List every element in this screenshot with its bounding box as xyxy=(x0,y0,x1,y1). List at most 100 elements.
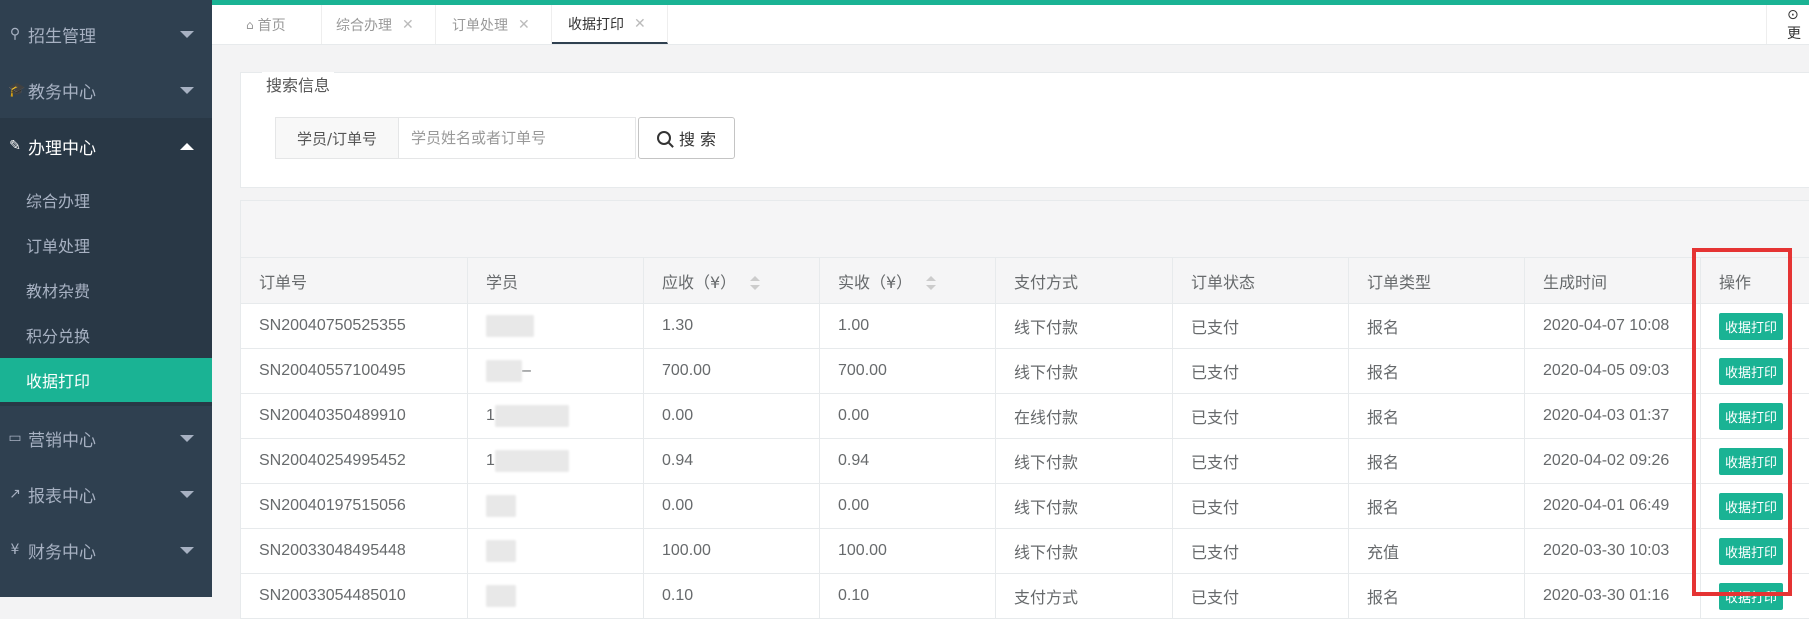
cell-status: 已支付 xyxy=(1173,574,1349,619)
cell-action: 收据打印 xyxy=(1701,349,1809,394)
print-receipt-button[interactable]: 收据打印 xyxy=(1719,358,1783,385)
subnav-item-receipt[interactable]: 收据打印 xyxy=(0,358,212,402)
cell-method: 线下付款 xyxy=(996,439,1173,484)
print-receipt-button[interactable]: 收据打印 xyxy=(1719,448,1783,475)
blurred-name xyxy=(486,495,516,517)
edit-icon: ✎ xyxy=(8,138,22,154)
subnav-handling: 综合办理 订单处理 教材杂费 积分兑换 收据打印 xyxy=(0,174,212,406)
print-receipt-button[interactable]: 收据打印 xyxy=(1719,403,1783,430)
search-legend: 搜索信息 xyxy=(262,72,334,96)
nav-academic[interactable]: 🎓 教务中心 xyxy=(0,62,212,118)
cell-paid: 700.00 xyxy=(820,349,996,394)
tab-label: 综合办理 xyxy=(336,15,392,35)
tab-label: 首页 xyxy=(258,15,286,35)
cell-order: SN20040557100495 xyxy=(241,349,468,394)
tab-receipt[interactable]: 收据打印 ✕ xyxy=(552,5,668,44)
student-text: 1 xyxy=(486,452,495,469)
print-receipt-button[interactable]: 收据打印 xyxy=(1719,493,1783,520)
sort-icon[interactable] xyxy=(926,276,936,290)
cell-order: SN20040254995452 xyxy=(241,439,468,484)
col-student: 学员 xyxy=(468,258,644,304)
col-type: 订单类型 xyxy=(1349,258,1525,304)
table-row: SN20040350489910 1 0.00 0.00 在线付款 已支付 报名… xyxy=(241,394,1809,439)
search-input[interactable] xyxy=(399,118,635,158)
nav-label: 办理中心 xyxy=(28,134,180,159)
cell-action: 收据打印 xyxy=(1701,484,1809,529)
print-receipt-button[interactable]: 收据打印 xyxy=(1719,313,1783,340)
cell-paid: 0.00 xyxy=(820,394,996,439)
cell-paid: 0.10 xyxy=(820,574,996,619)
cell-student xyxy=(468,529,644,574)
close-icon[interactable]: ✕ xyxy=(402,17,414,33)
student-text: – xyxy=(522,362,531,379)
line-chart-icon: ↗ xyxy=(8,486,22,502)
close-icon[interactable]: ✕ xyxy=(634,16,646,32)
close-icon[interactable]: ✕ xyxy=(518,17,530,33)
tab-menu-button[interactable]: ⊙ 更 xyxy=(1766,5,1809,44)
chevron-down-icon xyxy=(180,547,194,554)
print-receipt-button[interactable]: 收据打印 xyxy=(1719,538,1783,565)
table-row: SN20040557100495 – 700.00 700.00 线下付款 已支… xyxy=(241,349,1809,394)
cell-status: 已支付 xyxy=(1173,439,1349,484)
cell-due: 700.00 xyxy=(644,349,820,394)
user-icon: ⚲ xyxy=(8,26,22,42)
cell-paid: 1.00 xyxy=(820,304,996,349)
cell-student: 1 xyxy=(468,394,644,439)
col-status: 订单状态 xyxy=(1173,258,1349,304)
chevron-down-icon xyxy=(180,491,194,498)
cell-student xyxy=(468,304,644,349)
table-toolbar xyxy=(240,200,1809,257)
cell-type: 充值 xyxy=(1349,529,1525,574)
laptop-icon: ▭ xyxy=(8,430,22,446)
sort-icon[interactable] xyxy=(750,276,760,290)
cell-student xyxy=(468,574,644,619)
nav-enrollment[interactable]: ⚲ 招生管理 xyxy=(0,6,212,62)
cell-due: 0.10 xyxy=(644,574,820,619)
nav-marketing[interactable]: ▭ 营销中心 xyxy=(0,410,212,466)
blurred-name xyxy=(486,540,516,562)
cell-due: 0.94 xyxy=(644,439,820,484)
col-paid[interactable]: 实收（¥） xyxy=(820,258,996,304)
cell-status: 已支付 xyxy=(1173,394,1349,439)
cell-type: 报名 xyxy=(1349,439,1525,484)
cell-paid: 0.94 xyxy=(820,439,996,484)
nav-reports[interactable]: ↗ 报表中心 xyxy=(0,466,212,522)
home-icon: ⌂ xyxy=(246,18,254,32)
cell-time: 2020-04-03 01:37 xyxy=(1525,394,1701,439)
cell-due: 0.00 xyxy=(644,484,820,529)
nav-finance[interactable]: ¥ 财务中心 xyxy=(0,522,212,578)
subnav-item-materials[interactable]: 教材杂费 xyxy=(0,268,212,312)
cell-method: 在线付款 xyxy=(996,394,1173,439)
student-text: 1 xyxy=(486,407,495,424)
cell-status: 已支付 xyxy=(1173,484,1349,529)
blurred-name xyxy=(495,450,569,472)
cell-order: SN20033048495448 xyxy=(241,529,468,574)
tab-home[interactable]: ⌂ 首页 xyxy=(230,5,322,44)
col-due[interactable]: 应收（¥） xyxy=(644,258,820,304)
cell-order: SN20040750525355 xyxy=(241,304,468,349)
col-due-label: 应收（¥） xyxy=(662,273,736,292)
col-time: 生成时间 xyxy=(1525,258,1701,304)
subnav-item-points[interactable]: 积分兑换 xyxy=(0,313,212,357)
cell-action: 收据打印 xyxy=(1701,574,1809,619)
table-row: SN20040750525355 1.30 1.00 线下付款 已支付 报名 2… xyxy=(241,304,1809,349)
subnav-item-comprehensive[interactable]: 综合办理 xyxy=(0,178,212,222)
tab-label: 订单处理 xyxy=(452,15,508,35)
search-button[interactable]: 搜 索 xyxy=(638,117,735,159)
nav-handling[interactable]: ✎ 办理中心 xyxy=(0,118,212,174)
col-order: 订单号 xyxy=(241,258,468,304)
table-row: SN20033048495448 100.00 100.00 线下付款 已支付 … xyxy=(241,529,1809,574)
yen-icon: ¥ xyxy=(8,542,22,558)
search-addon-label: 学员/订单号 xyxy=(276,118,399,158)
cell-type: 报名 xyxy=(1349,394,1525,439)
tab-orders[interactable]: 订单处理 ✕ xyxy=(436,5,552,44)
cell-method: 支付方式 xyxy=(996,574,1173,619)
cell-method: 线下付款 xyxy=(996,529,1173,574)
nav-label: 招生管理 xyxy=(28,22,180,47)
cell-method: 线下付款 xyxy=(996,304,1173,349)
nav-label: 营销中心 xyxy=(28,426,180,451)
tab-comprehensive[interactable]: 综合办理 ✕ xyxy=(320,5,436,44)
cell-action: 收据打印 xyxy=(1701,304,1809,349)
subnav-item-orders[interactable]: 订单处理 xyxy=(0,223,212,267)
print-receipt-button[interactable]: 收据打印 xyxy=(1719,583,1783,610)
